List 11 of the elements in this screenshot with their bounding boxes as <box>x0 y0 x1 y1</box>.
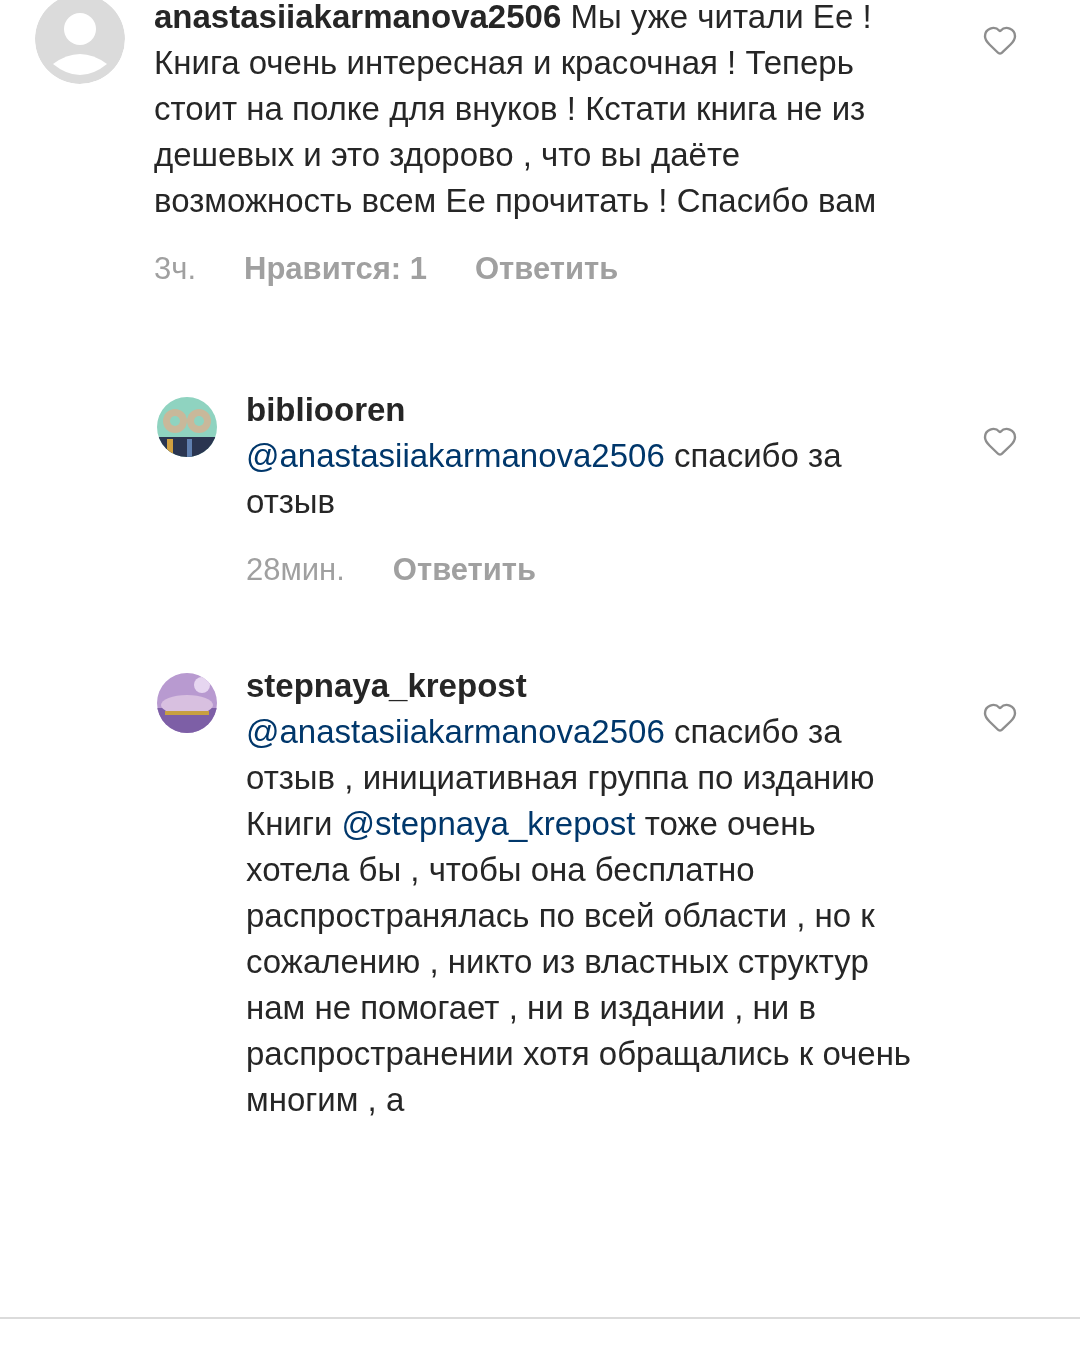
comment-text: @anastasiiakarmanova2506 спасибо за отзыв , инициативная группа по изданию Книги @stepnaya_krepost тоже очень хотела бы , чтобы она бесплатно распространялась по всей области , но к сожалению , никто из властных структур нам не помогает , ни в издании , ни в распространении хотя обращались к очень многим , а <box>246 712 913 1120</box>
username-link[interactable]: bibliooren <box>246 387 962 433</box>
comment-text: @anastasiiakarmanova2506 спасибо за отзыв <box>246 436 843 522</box>
comment-time: 3ч. <box>154 250 196 288</box>
mention-link[interactable]: @stepnaya_krepost <box>341 805 636 842</box>
username-link[interactable]: anastasiiakarmanova2506 <box>154 0 562 35</box>
comment-time: 28мин. <box>246 551 345 589</box>
username-link[interactable]: stepnaya_krepost <box>246 663 962 709</box>
mention-link[interactable]: @anastasiiakarmanova2506 <box>246 437 665 474</box>
comment-text: anastasiiakarmanova2506 Мы уже читали Ее ! Книга очень интересная и красочная ! Теперь стоит на полке для внуков ! Кстати книга не из дешевых и это здорово , что вы даёте возможность всем Ее прочитать ! Спасибо вам <box>154 0 878 221</box>
mention-link[interactable]: @anastasiiakarmanova2506 <box>246 713 665 750</box>
